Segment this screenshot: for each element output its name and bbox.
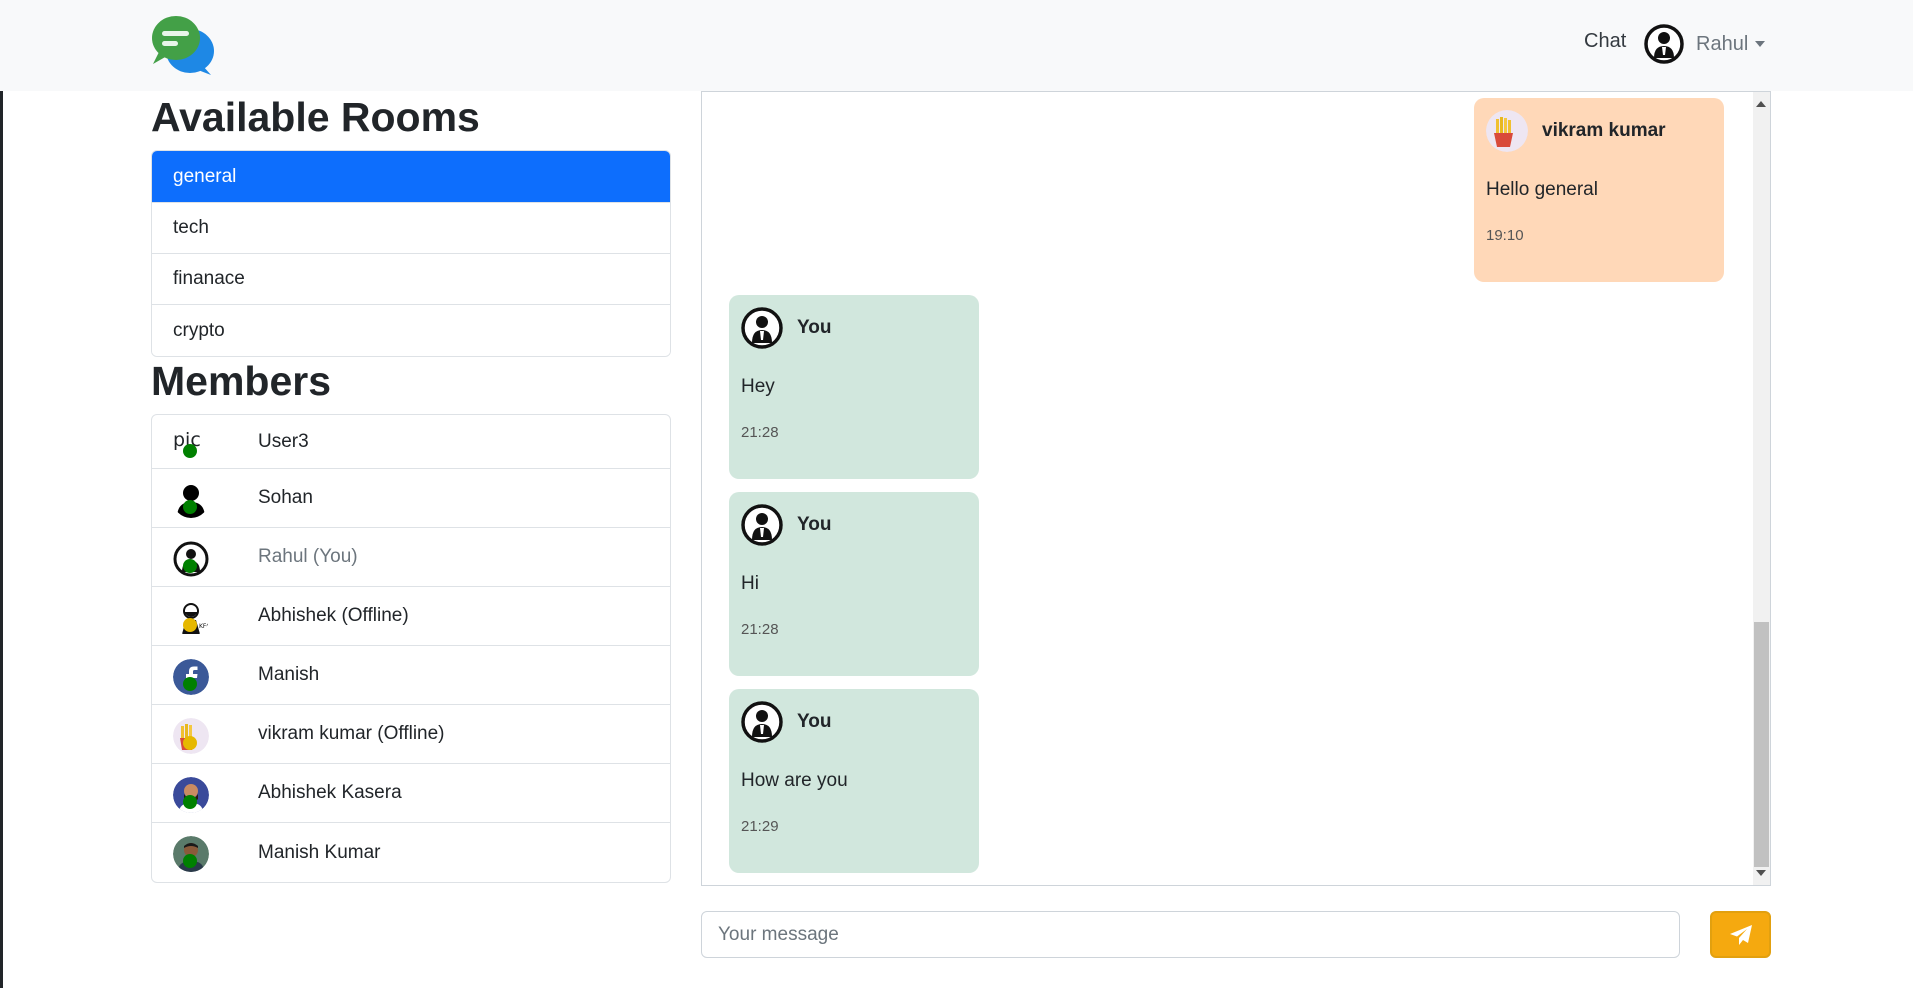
members-list: pic User3 Sohan Rahul (You) KFC Abhishek…: [151, 414, 671, 883]
member-name: Manish Kumar: [258, 841, 381, 863]
chat-scrollbar[interactable]: [1753, 92, 1770, 885]
member-item[interactable]: Sohan: [152, 469, 670, 528]
online-status-dot: [183, 677, 197, 691]
rooms-list: general tech finanace crypto: [151, 150, 671, 357]
chat-logo-icon[interactable]: [151, 14, 215, 76]
message-sender: vikram kumar: [1542, 120, 1666, 141]
online-status-dot: [183, 559, 197, 573]
message-bubble-own: You Hey 21:28: [729, 295, 979, 479]
room-item-finanace[interactable]: finanace: [152, 254, 670, 305]
member-name: Sohan: [258, 487, 313, 508]
message-time: 21:28: [741, 621, 779, 638]
chat-messages-panel[interactable]: vikram kumar Hello general 19:10 You Hey…: [701, 91, 1771, 886]
message-time: 21:29: [741, 818, 779, 835]
member-name: vikram kumar (Offline): [258, 723, 445, 744]
offline-status-dot: [183, 736, 197, 750]
members-heading: Members: [151, 358, 332, 404]
send-button[interactable]: [1710, 911, 1771, 958]
online-status-dot: [183, 795, 197, 809]
message-time: 21:28: [741, 424, 779, 441]
online-status-dot: [183, 444, 197, 458]
window-edge: [0, 0, 3, 988]
message-sender: You: [797, 514, 832, 535]
room-item-crypto[interactable]: crypto: [152, 305, 670, 356]
message-time: 19:10: [1486, 227, 1524, 244]
message-sender: You: [797, 711, 832, 732]
member-name: Manish: [258, 664, 320, 685]
message-text: Hello general: [1486, 179, 1598, 200]
top-navbar: Chat Rahul: [0, 0, 1913, 91]
member-item[interactable]: pic User3: [152, 415, 670, 469]
svg-text:KFC: KFC: [199, 623, 209, 630]
message-bubble-own: You How are you 21:29: [729, 689, 979, 873]
member-name: Abhishek (Offline): [258, 605, 409, 626]
nav-chat-link[interactable]: Chat: [1584, 30, 1626, 53]
online-status-dot: [183, 500, 197, 514]
message-text: How are you: [741, 770, 848, 791]
member-name: User3: [258, 430, 309, 452]
message-input[interactable]: [701, 911, 1680, 958]
member-item[interactable]: Rahul (You): [152, 528, 670, 587]
message-text: Hey: [741, 376, 775, 397]
message-sender: You: [797, 317, 832, 338]
suit-avatar-icon: [741, 307, 783, 349]
user-avatar-icon: [1644, 24, 1684, 64]
member-name: Abhishek Kasera: [258, 782, 402, 803]
user-name: Rahul: [1696, 32, 1749, 55]
message-bubble-incoming: vikram kumar Hello general 19:10: [1474, 98, 1724, 282]
message-text: Hi: [741, 573, 759, 594]
user-menu-dropdown[interactable]: Rahul: [1644, 24, 1766, 64]
member-item[interactable]: Manish Kumar: [152, 823, 670, 882]
chevron-down-icon: [1755, 41, 1766, 47]
online-status-dot: [183, 854, 197, 868]
member-item[interactable]: KFC Abhishek (Offline): [152, 587, 670, 646]
member-item[interactable]: Manish: [152, 646, 670, 705]
rooms-heading: Available Rooms: [151, 94, 480, 140]
room-item-tech[interactable]: tech: [152, 203, 670, 254]
message-bubble-own: You Hi 21:28: [729, 492, 979, 676]
suit-avatar-icon: [741, 504, 783, 546]
scroll-up-arrow-icon[interactable]: [1756, 101, 1766, 107]
room-item-general[interactable]: general: [152, 151, 670, 203]
member-item[interactable]: Abhishek Kasera: [152, 764, 670, 823]
member-name-self: Rahul (You): [258, 546, 358, 567]
suit-avatar-icon: [741, 701, 783, 743]
offline-status-dot: [183, 618, 197, 632]
member-item[interactable]: vikram kumar (Offline): [152, 705, 670, 764]
fries-photo-avatar-icon: [1486, 110, 1528, 152]
scrollbar-thumb[interactable]: [1754, 622, 1769, 867]
scroll-down-arrow-icon[interactable]: [1756, 870, 1766, 876]
paper-plane-icon: [1729, 924, 1752, 945]
